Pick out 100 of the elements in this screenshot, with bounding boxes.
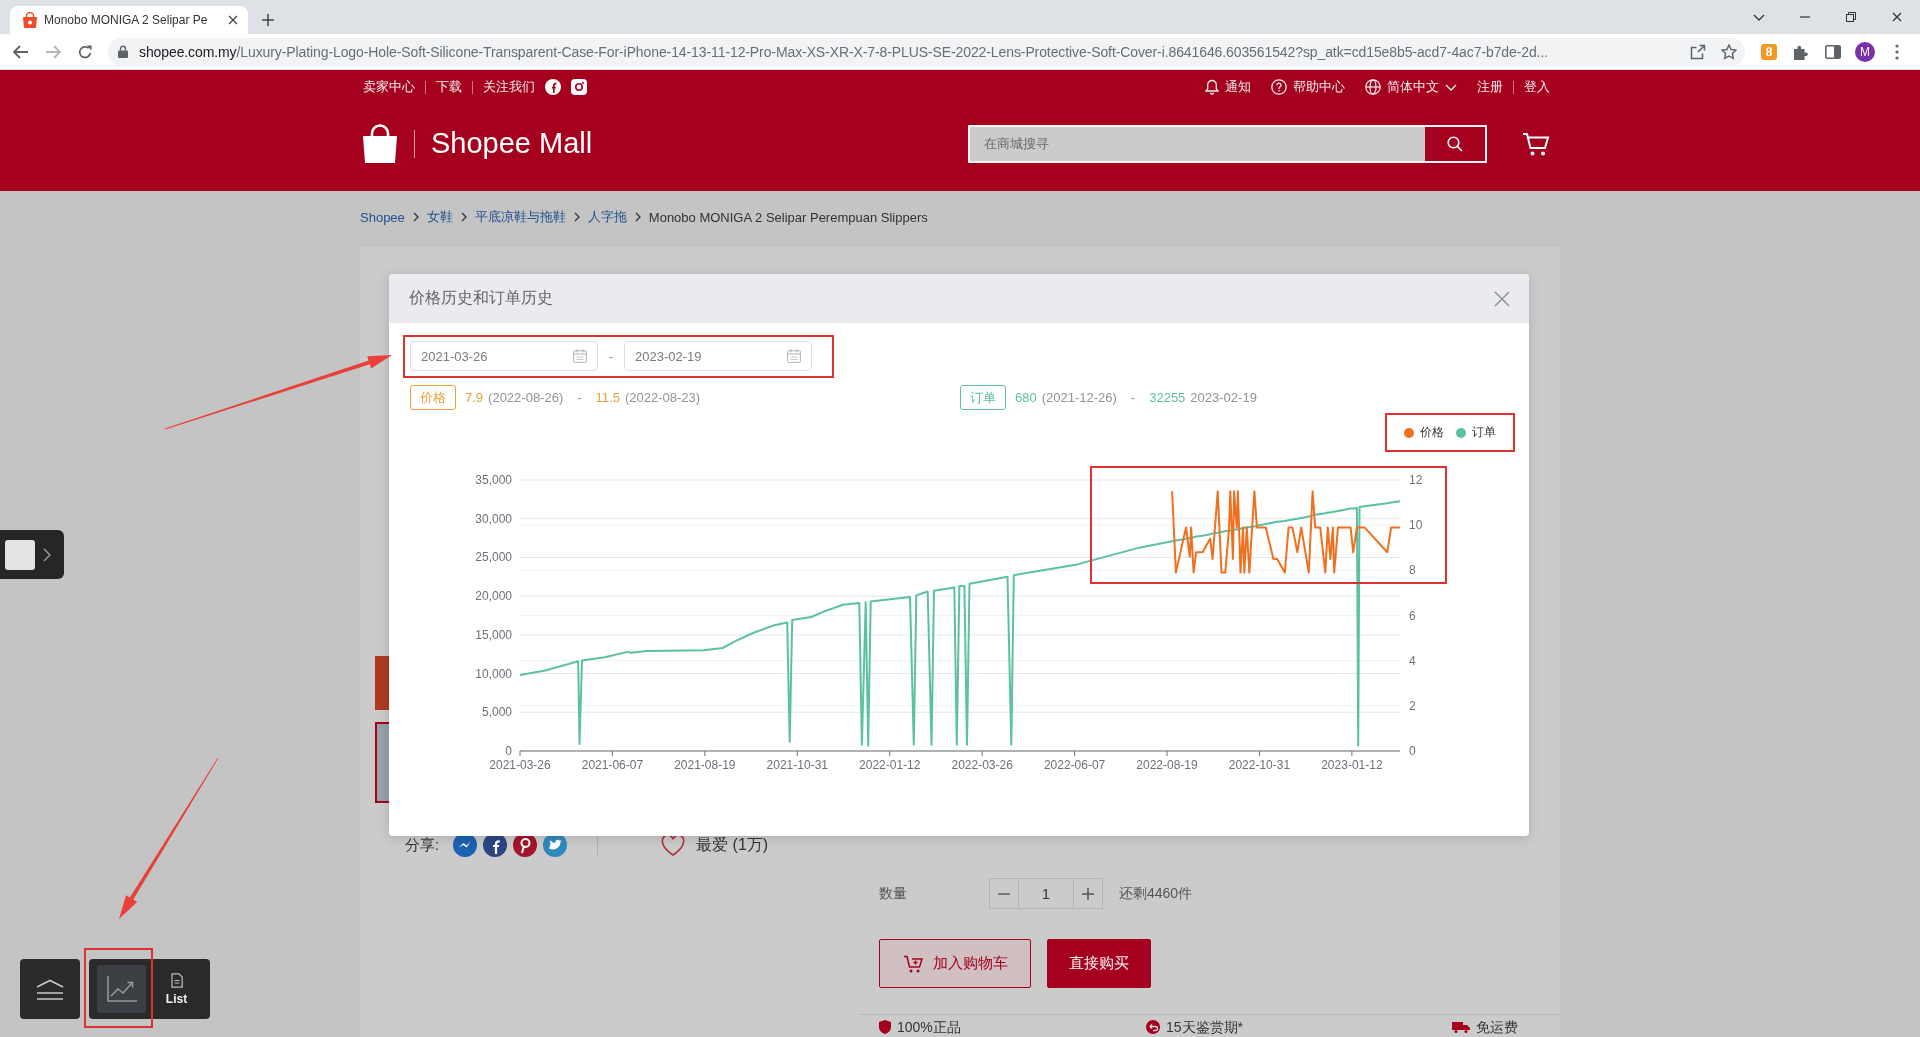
- breadcrumb-item[interactable]: 平底凉鞋与拖鞋: [474, 208, 566, 226]
- search-field[interactable]: 在商城搜寻: [970, 126, 1425, 161]
- date-field[interactable]: 2021-03-26: [410, 341, 598, 371]
- plus-icon: [1082, 887, 1094, 900]
- max-value: 32255: [1149, 390, 1186, 405]
- shield-icon: [879, 1020, 891, 1034]
- increase-button[interactable]: [1073, 878, 1103, 909]
- bell-icon: [1205, 79, 1219, 95]
- top-link[interactable]: 卖家中心: [363, 78, 415, 96]
- chart-button[interactable]: [97, 965, 146, 1013]
- axis-label: 5,000: [481, 705, 512, 720]
- dialog-title: 价格历史和订单历史: [409, 288, 553, 308]
- breadcrumb-item[interactable]: 女鞋: [426, 208, 453, 226]
- range-separator: -: [1130, 390, 1136, 405]
- breadcrumb-item[interactable]: 人字拖: [587, 208, 627, 226]
- summary-tag: 订单: [960, 385, 1006, 410]
- axis-label: 0: [505, 744, 512, 758]
- list-button[interactable]: List: [152, 965, 201, 1013]
- document-icon: [170, 972, 183, 988]
- profile-avatar[interactable]: M: [1855, 41, 1875, 62]
- axis-label: 6: [1409, 608, 1416, 623]
- logo-text[interactable]: Shopee Mall: [431, 127, 593, 160]
- top-link[interactable]: 简体中文: [1365, 78, 1457, 96]
- close-icon[interactable]: [1892, 12, 1902, 22]
- share-icon[interactable]: [1690, 43, 1706, 60]
- help-icon: [1271, 79, 1287, 95]
- axis-label: 4: [1409, 653, 1416, 668]
- quantity-field[interactable]: 1: [1019, 878, 1073, 909]
- globe-icon: [1365, 79, 1381, 95]
- add-to-cart-button[interactable]: 加入购物车: [879, 939, 1031, 988]
- cart-icon[interactable]: [1522, 131, 1550, 156]
- thumbnail-photo: [5, 539, 35, 570]
- axis-label: 2022-08-19: [1136, 758, 1198, 772]
- calendar-icon: [573, 349, 587, 363]
- search-button[interactable]: [1425, 126, 1485, 161]
- star-icon[interactable]: [1721, 43, 1737, 60]
- chevron-down-icon[interactable]: [1753, 13, 1765, 21]
- min-date: (2022-08-26): [488, 390, 564, 405]
- legend-label[interactable]: 订单: [1472, 424, 1496, 441]
- top-link[interactable]: 下载: [436, 78, 462, 96]
- top-link[interactable]: 关注我们: [483, 78, 535, 96]
- top-link[interactable]: 帮助中心: [1271, 78, 1345, 96]
- axis-label: 2022-01-12: [859, 758, 921, 772]
- decrease-button[interactable]: [989, 878, 1019, 909]
- return-icon: [1146, 1020, 1160, 1034]
- axis-label: 2021-10-31: [766, 758, 828, 772]
- breadcrumb-item: Monobo MONIGA 2 Selipar Perempuan Slippers: [648, 209, 928, 225]
- top-link[interactable]: 登入: [1524, 78, 1550, 96]
- browser-tab[interactable]: Monobo MONIGA 2 Selipar Pe: [10, 6, 248, 34]
- favorite-button[interactable]: 最爱 (1万): [661, 834, 769, 856]
- share-label: 分享:: [405, 835, 440, 855]
- bag-logo-icon: [362, 123, 398, 164]
- axis-label: 10: [1409, 518, 1423, 533]
- chevron-down-icon: [1445, 83, 1457, 91]
- breadcrumb-item[interactable]: Shopee: [360, 209, 405, 225]
- heart-icon: [661, 834, 686, 856]
- bag-icon: [22, 12, 38, 28]
- search-icon: [1447, 135, 1463, 152]
- top-link[interactable]: 注册: [1477, 78, 1503, 96]
- min-date: (2021-12-26): [1041, 390, 1117, 405]
- reload-icon[interactable]: [78, 44, 92, 59]
- legend-label[interactable]: 价格: [1420, 424, 1444, 441]
- stock-text: 还剩4460件: [1119, 884, 1193, 903]
- max-date: (2022-08-23): [624, 390, 701, 405]
- facebook-icon[interactable]: [545, 79, 561, 95]
- close-icon[interactable]: [228, 15, 238, 25]
- axis-label: 2022-03-26: [951, 758, 1013, 772]
- plus-icon[interactable]: [262, 14, 274, 26]
- more-icon[interactable]: [1895, 43, 1899, 60]
- trend-chart-icon: [106, 976, 137, 1002]
- back-icon[interactable]: [13, 44, 29, 59]
- axis-label: 2021-03-26: [489, 758, 551, 772]
- chevron-right-icon: [412, 212, 419, 222]
- chevron-right-icon: [573, 212, 580, 222]
- menu-icon: [36, 978, 64, 1000]
- sidebar-icon[interactable]: [1825, 44, 1841, 59]
- minus-icon: [998, 892, 1010, 895]
- axis-label: 15,000: [475, 627, 512, 642]
- chevron-right-icon: [634, 212, 641, 222]
- chevron-right-icon: [460, 212, 467, 222]
- thumbnail-photo[interactable]: [375, 722, 389, 803]
- puzzle-icon[interactable]: [1793, 43, 1809, 60]
- min-value: 7.9: [465, 390, 484, 405]
- axis-label: 2022-10-31: [1228, 758, 1291, 772]
- guarantee-text: 15天鉴赏期*: [1166, 1019, 1244, 1035]
- address-bar[interactable]: shopee.com.my/Luxury-Plating-Logo-Hole-Soft-Silicone-Transparent-Case-For-iPhone-14-13-11-12-Pro-Max-XS-XR-X-7-8-PLUS-SE-2022-Lens-Protective-Soft-Cover-i.8641646.603561542?sp_atk=cd15e8b5-acd7-4ac7-b7de-2d...: [108, 37, 1745, 66]
- lock-icon: [118, 45, 128, 58]
- menu-button[interactable]: [20, 959, 80, 1019]
- date-field[interactable]: 2023-02-19: [624, 341, 812, 371]
- promo-banner: [375, 656, 389, 710]
- buy-now-button[interactable]: 直接购买: [1047, 939, 1151, 988]
- guarantee-text: 免运费: [1476, 1019, 1518, 1035]
- axis-label: 35,000: [475, 473, 512, 487]
- axis-label: 2021-06-07: [581, 758, 644, 772]
- axis-label: 10,000: [475, 666, 512, 681]
- restore-icon[interactable]: [1846, 12, 1856, 22]
- axis-label: 2021-08-19: [674, 758, 736, 772]
- top-link[interactable]: 通知: [1205, 78, 1251, 96]
- instagram-icon[interactable]: [571, 79, 587, 95]
- floating-widget[interactable]: [0, 530, 64, 579]
